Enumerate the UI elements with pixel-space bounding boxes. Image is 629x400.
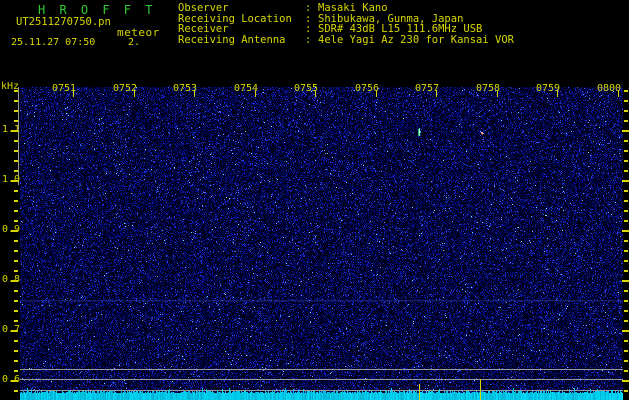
x-axis-tick-label: 0754 [234, 83, 259, 94]
spectrogram-canvas [20, 87, 623, 400]
x-axis-tick-label: 0758 [476, 83, 501, 94]
y-axis-minor-tick-right [624, 210, 628, 212]
x-axis-tick-label: 0757 [415, 83, 440, 94]
station-info-block: Observer: Masaki Kano Receiving Location: S… [178, 3, 514, 46]
y-axis-major-tick-right [622, 230, 629, 232]
y-axis-minor-tick-right [624, 300, 628, 302]
y-axis-tick-label: 0.8 [2, 274, 21, 285]
y-axis-minor-tick-right [624, 190, 628, 192]
y-axis-minor-tick-left [14, 300, 18, 302]
y-axis-minor-tick-right [624, 250, 628, 252]
y-axis-minor-tick-right [624, 170, 628, 172]
y-axis-minor-tick-right [624, 320, 628, 322]
y-axis-minor-tick-right [624, 120, 628, 122]
y-axis-tick-label: 0.7 [2, 324, 21, 335]
y-axis-minor-tick-left [14, 360, 18, 362]
y-axis-minor-tick-right [624, 270, 628, 272]
y-axis-minor-tick-left [14, 150, 18, 152]
x-axis-tick-label: 0759 [536, 83, 561, 94]
info-separator: : [305, 34, 312, 47]
x-axis-tick-label: 0753 [173, 83, 198, 94]
y-axis-minor-tick-right [624, 370, 628, 372]
y-axis-tick-label: 0.9 [2, 224, 21, 235]
y-axis-minor-tick-left [14, 200, 18, 202]
date-time: 25.11.27 07:50 [11, 37, 96, 48]
y-axis-minor-tick-right [624, 290, 628, 292]
y-axis-minor-tick-left [14, 90, 18, 92]
y-axis-minor-tick-left [14, 240, 18, 242]
y-axis-minor-tick-left [14, 190, 18, 192]
y-axis-major-tick-right [622, 180, 629, 182]
app-title: H R O F F T [38, 3, 156, 17]
y-axis-minor-tick-left [14, 170, 18, 172]
y-axis-minor-tick-left [14, 310, 18, 312]
y-axis-minor-tick-left [14, 140, 18, 142]
y-axis-minor-tick-right [624, 310, 628, 312]
y-axis-minor-tick-right [624, 200, 628, 202]
y-axis-minor-tick-right [624, 340, 628, 342]
x-axis-tick-label: 0800 [597, 83, 622, 94]
y-axis-minor-tick-right [624, 390, 628, 392]
y-axis-minor-tick-left [14, 340, 18, 342]
x-axis-tick-label: 0755 [294, 83, 319, 94]
y-axis-major-tick-right [622, 280, 629, 282]
y-axis-minor-tick-left [14, 320, 18, 322]
y-axis-tick-label: 1.0 [2, 174, 21, 185]
y-axis-minor-tick-right [624, 140, 628, 142]
x-axis-tick-label: 0756 [355, 83, 380, 94]
output-filename: UT2511270750.pn [16, 16, 111, 28]
y-axis-major-tick-right [622, 130, 629, 132]
x-axis-tick-label: 0752 [113, 83, 138, 94]
y-axis-major-tick-right [622, 330, 629, 332]
y-axis-minor-tick-right [624, 150, 628, 152]
y-axis-major-tick-right [622, 380, 629, 382]
y-axis-minor-tick-left [14, 100, 18, 102]
y-axis-minor-tick-right [624, 220, 628, 222]
x-axis-tick-label: 0751 [52, 83, 77, 94]
y-axis-minor-tick-right [624, 260, 628, 262]
y-axis-minor-tick-left [14, 110, 18, 112]
y-axis-minor-tick-left [14, 250, 18, 252]
hrofft-screen: H R O F F T UT2511270750.pn meteor 25.11… [0, 0, 629, 400]
y-axis-minor-tick-left [14, 370, 18, 372]
y-axis-tick-label: 0.6 [2, 374, 21, 385]
y-axis-minor-tick-left [14, 160, 18, 162]
y-axis-minor-tick-right [624, 350, 628, 352]
info-label: Receiving Antenna [178, 34, 286, 47]
y-axis-minor-tick-left [14, 260, 18, 262]
info-value: 4ele Yagi Az 230 for Kansai VOR [318, 34, 514, 47]
y-axis-line [18, 87, 19, 185]
y-axis-minor-tick-left [14, 270, 18, 272]
y-axis-tick-label: 1.1 [2, 124, 21, 135]
y-axis-minor-tick-left [14, 290, 18, 292]
y-axis-minor-tick-left [14, 210, 18, 212]
y-axis-minor-tick-right [624, 110, 628, 112]
y-axis-minor-tick-right [624, 160, 628, 162]
y-axis-minor-tick-left [14, 390, 18, 392]
y-axis-minor-tick-left [14, 350, 18, 352]
status-counter: 2. [128, 37, 141, 48]
y-axis-minor-tick-left [14, 120, 18, 122]
y-axis-minor-tick-right [624, 360, 628, 362]
station-info-row: Receiving Antenna:4ele Yagi Az 230 for K… [178, 35, 514, 46]
y-axis-minor-tick-right [624, 240, 628, 242]
y-axis-minor-tick-left [14, 220, 18, 222]
y-axis-minor-tick-right [624, 100, 628, 102]
